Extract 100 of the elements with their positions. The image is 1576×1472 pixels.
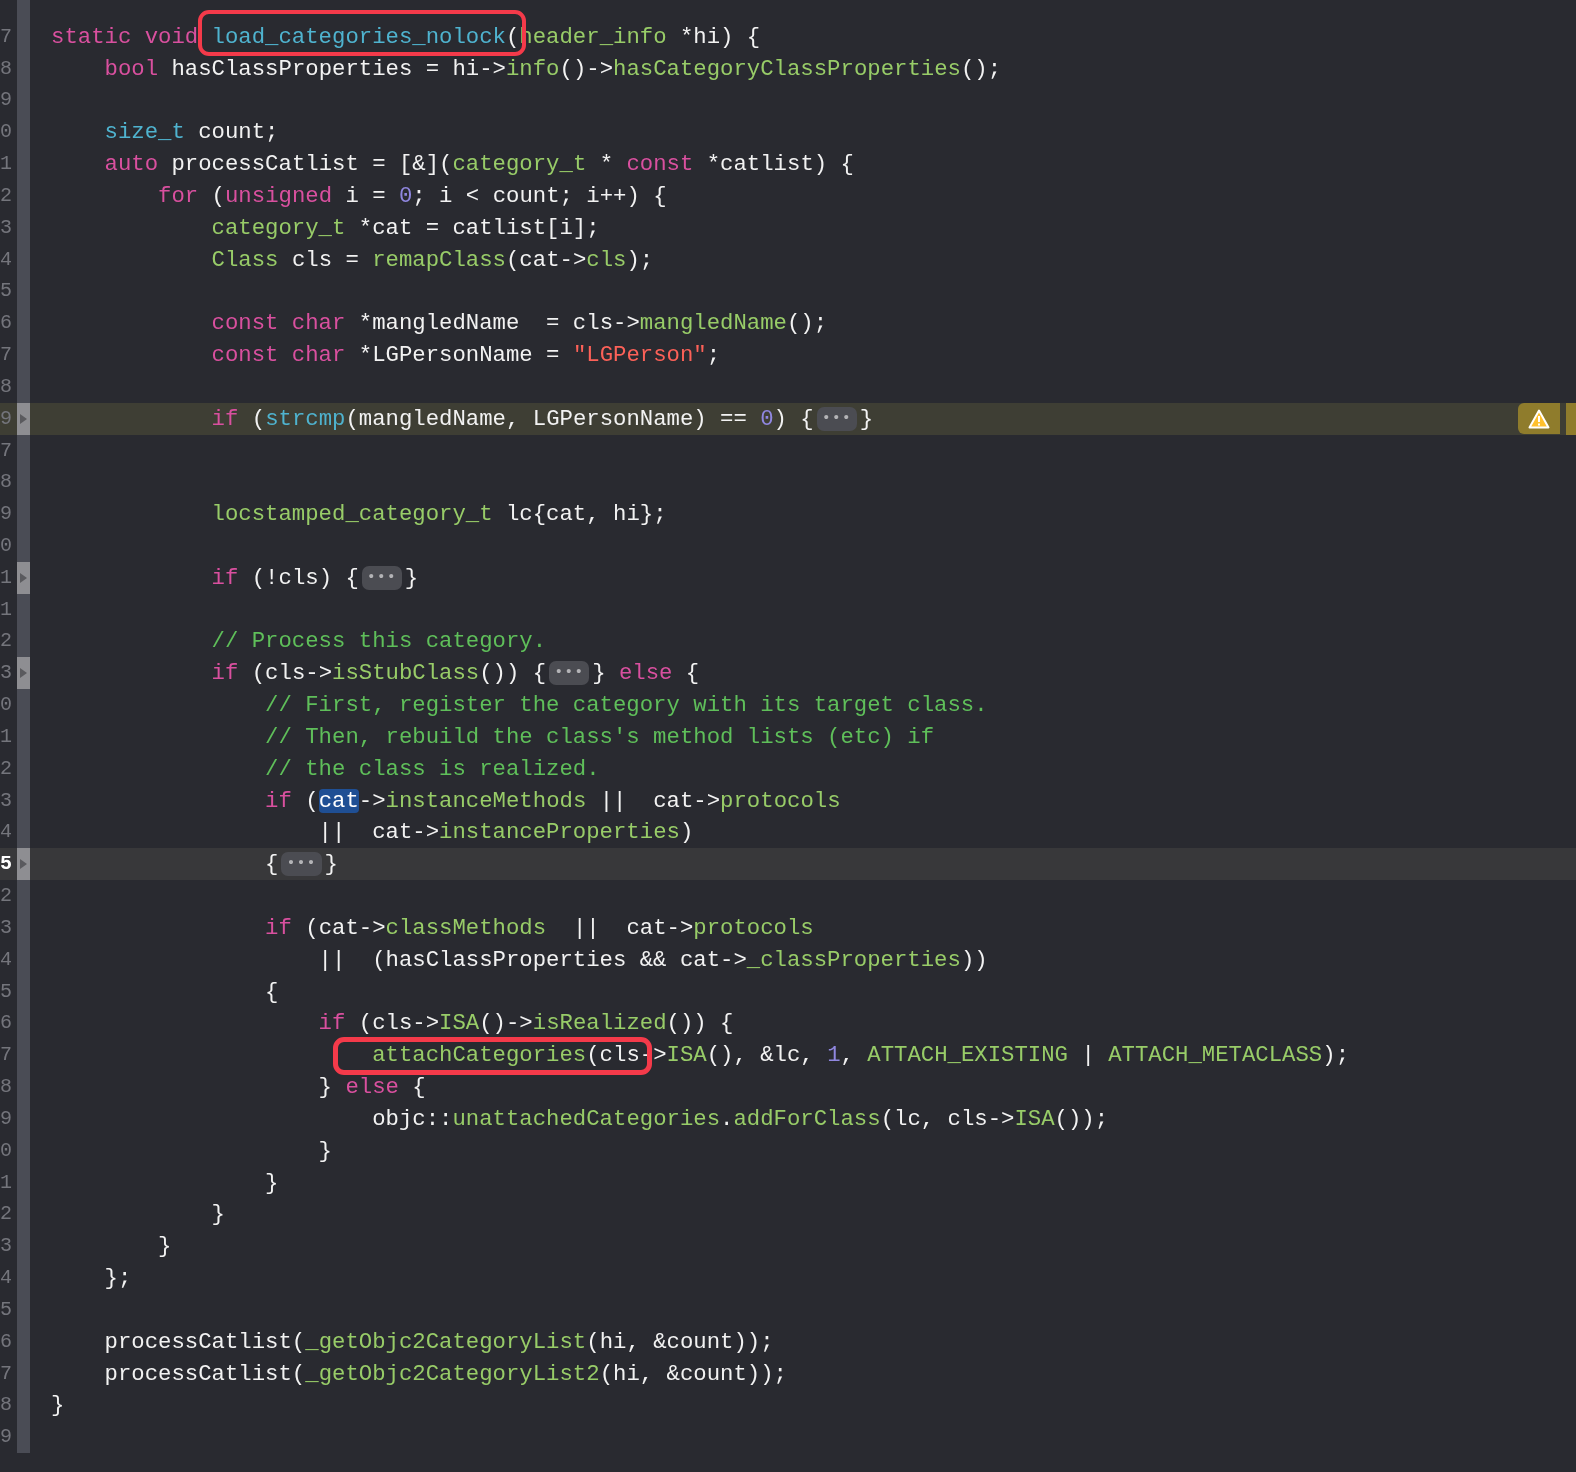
keyword: unsigned [225, 183, 333, 208]
code-text: lc{cat, hi}; [505, 502, 667, 527]
identifier: size_t [104, 120, 185, 145]
code-text: || cat-> [318, 820, 440, 845]
fold-ribbon [17, 689, 30, 722]
identifier: locstamped_category_t [211, 502, 493, 527]
code-text: , [840, 1043, 855, 1068]
fold-ribbon [17, 530, 30, 562]
keyword: for [158, 183, 199, 208]
identifier: remapClass [372, 247, 506, 272]
fold-ribbon [17, 880, 30, 912]
code-text: } [158, 1234, 172, 1259]
code-text: || cat-> [599, 788, 721, 813]
line-number: 9 [0, 405, 12, 432]
keyword: if [211, 661, 239, 686]
fold-button[interactable] [17, 402, 30, 435]
code-text: | [1081, 1043, 1096, 1068]
code-text: (mangledName, LGPersonName) == [345, 406, 748, 431]
code-text: (cat-> [506, 247, 587, 272]
line-number: 0 [0, 533, 12, 559]
line-number: 7 [0, 437, 12, 464]
fold-ribbon [17, 593, 30, 626]
code-text: -> [358, 788, 386, 813]
fold-button[interactable] [17, 657, 30, 690]
fold-ellipsis-button[interactable]: ••• [361, 565, 402, 590]
identifier: _getObjc2CategoryList [305, 1329, 587, 1354]
fold-button[interactable] [17, 848, 30, 881]
fold-ribbon [17, 370, 30, 403]
line-number: 7 [0, 342, 12, 368]
identifier: _getObjc2CategoryList2 [305, 1361, 600, 1386]
code-text: ; [706, 343, 721, 367]
code-text: objc:: [372, 1106, 453, 1131]
line-number: 3 [0, 660, 12, 687]
code-text: ( [211, 183, 225, 208]
fold-ribbon [17, 434, 30, 467]
code-text: } [51, 1393, 65, 1418]
code-text: ; i < count; i++) { [412, 183, 667, 208]
code-text: } [318, 1075, 333, 1100]
fold-triangle-icon [19, 571, 28, 584]
code-text: } [265, 1170, 279, 1195]
code-text: * [599, 152, 615, 177]
line-number: 2 [0, 182, 12, 209]
code-text: processCatlist = [&]( [171, 152, 453, 177]
fold-ellipsis-button[interactable]: ••• [549, 661, 590, 686]
code-text: (); [786, 311, 828, 336]
code-text: *catlist) { [706, 152, 854, 177]
code-text: (hi, &count)); [599, 1361, 787, 1386]
code-text: ()); [1054, 1106, 1109, 1131]
warning-icon [1528, 408, 1550, 429]
code-text: ()-> [479, 1011, 533, 1036]
line-number: 4 [0, 246, 12, 273]
identifier: category_t [211, 215, 346, 240]
identifier: category_t [452, 152, 587, 177]
identifier: mangledName [639, 311, 787, 336]
code-text: (cls-> [251, 661, 333, 686]
code-comment: // Process this category. [211, 629, 547, 654]
code-text: } [211, 1202, 225, 1227]
line-number: 0 [0, 119, 12, 146]
code-comment: // Then, rebuild the class's method lists (etc) if [265, 724, 935, 749]
line-number: 2 [0, 883, 12, 910]
line-number: 4 [0, 819, 12, 846]
warning-badge[interactable] [1518, 403, 1560, 435]
code-text: *cat = catlist[i]; [358, 215, 600, 240]
code-text: } [324, 852, 338, 877]
code-text: ()) { [479, 661, 547, 686]
identifier: ATTACH_METACLASS [1108, 1043, 1323, 1068]
code-text: ( [505, 24, 520, 49]
identifier: hasCategoryClassProperties [613, 56, 961, 81]
line-number: 8 [0, 1392, 12, 1419]
keyword: if [211, 406, 239, 431]
line-number: 3 [0, 914, 12, 941]
number-literal: 0 [760, 406, 774, 431]
code-text: *mangledName = cls-> [358, 311, 640, 336]
fold-button[interactable] [17, 561, 30, 594]
line-number: 2 [0, 1201, 12, 1228]
code-text: { [265, 979, 279, 1004]
identifier: protocols [693, 915, 814, 940]
keyword: const [626, 152, 694, 177]
line-number: 7 [0, 23, 12, 50]
code-text: (), &lc, [706, 1043, 815, 1068]
line-number: 5 [0, 1296, 12, 1323]
fold-ribbon [17, 625, 30, 658]
line-number: 6 [0, 1010, 12, 1037]
line-number: 6 [0, 310, 12, 337]
fold-ellipsis-button[interactable]: ••• [281, 852, 322, 877]
keyword: if [265, 915, 292, 940]
line-number: 9 [0, 1424, 12, 1451]
keyword: if [318, 1011, 346, 1036]
code-text: count; [198, 120, 279, 145]
code-text: *LGPersonName = [358, 343, 561, 367]
code-text: (hi, &count)); [586, 1329, 774, 1354]
line-number: 8 [0, 55, 12, 82]
identifier: isStubClass [332, 661, 480, 686]
fold-ellipsis-button[interactable]: ••• [816, 406, 857, 431]
identifier: ISA [1014, 1106, 1055, 1131]
code-text: } [404, 565, 419, 590]
fold-triangle-icon [19, 858, 28, 871]
code-text: (cls-> [358, 1011, 440, 1036]
line-number: 9 [0, 87, 12, 114]
code-text: } [859, 406, 874, 431]
